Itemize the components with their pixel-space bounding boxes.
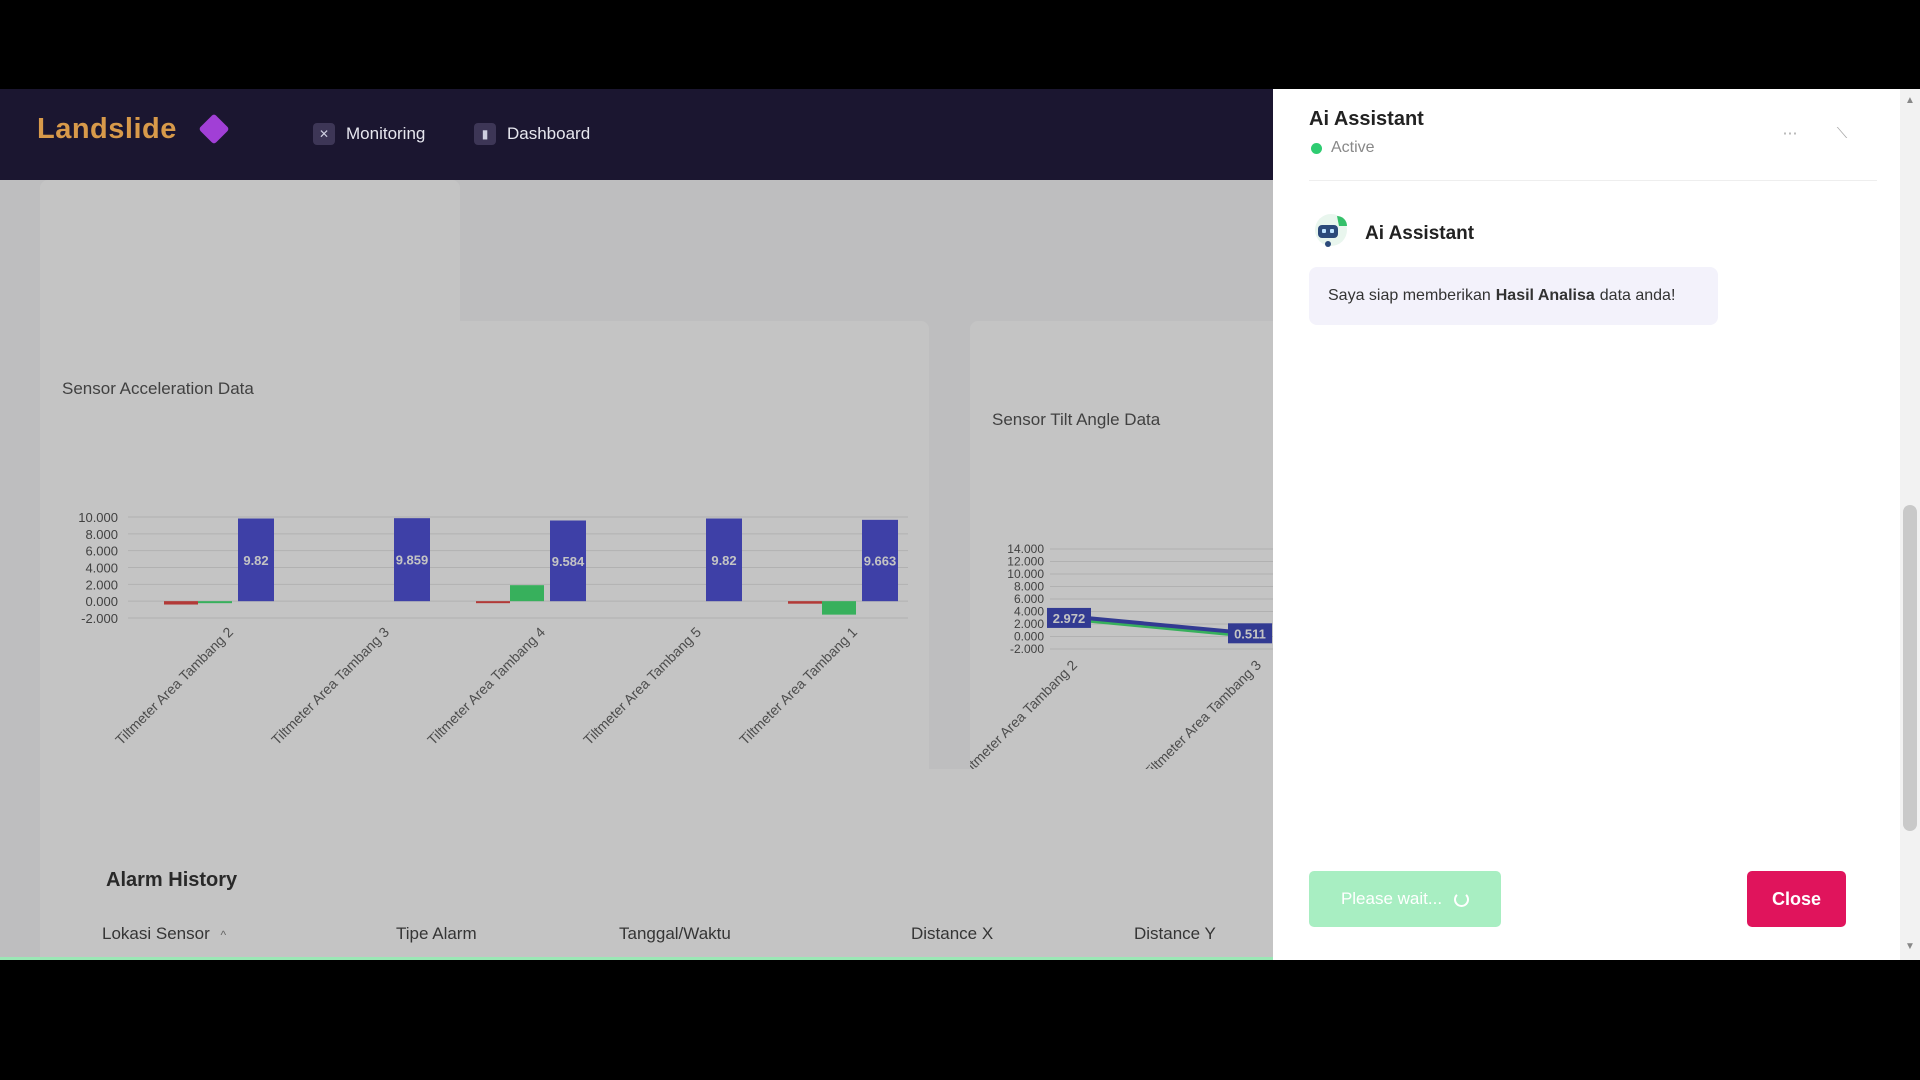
y-tick-label: 6.000 [85,544,118,559]
logo-gem-icon [198,113,230,145]
nav-monitoring[interactable]: ✕ Monitoring [313,122,425,146]
bar [164,601,198,605]
bar [788,601,822,604]
series-line [1084,615,1251,636]
col-lokasi-sensor-label: Lokasi Sensor [102,924,210,943]
assistant-message-bubble: Saya siap memberikan Hasil Analisa data … [1309,267,1718,325]
app-window: Landslide ✕ Monitoring ▮ Dashboard Tiltm… [0,89,1920,960]
col-tanggal-waktu[interactable]: Tanggal/Waktu [619,924,731,944]
series-line [1084,618,1251,638]
data-label: 9.82 [243,553,268,568]
spinner-icon [1454,891,1470,907]
minimize-icon[interactable]: ⟍ [1832,123,1852,143]
y-tick-label: -2.000 [81,611,118,626]
close-button[interactable]: Close [1747,871,1846,927]
more-icon[interactable]: ⋯ [1780,123,1800,143]
robot-avatar-icon [1315,214,1347,247]
message-suffix: data anda! [1599,287,1676,304]
data-label: 9.82 [711,553,736,568]
dashboard: Landslide ✕ Monitoring ▮ Dashboard Tiltm… [0,89,1273,960]
y-tick-label: 2.000 [85,577,118,592]
top-navbar: Landslide ✕ Monitoring ▮ Dashboard [0,89,1273,180]
nav-dashboard-label: Dashboard [507,124,591,143]
x-tick-label: Tiltmeter Area Tambang 4 [424,624,548,748]
please-wait-button[interactable]: Please wait... [1309,871,1501,927]
data-label: 9.584 [552,554,585,569]
panel-divider [1309,180,1877,181]
scroll-up-icon[interactable]: ▲ [1904,95,1916,107]
data-label: 0.511 [1234,626,1266,641]
scrollbar-thumb[interactable] [1903,505,1917,831]
letterbox-top [0,0,1920,89]
status-dot-icon [1311,143,1322,154]
data-label: 2.972 [1053,611,1086,626]
alarm-history-title: Alarm History [106,869,238,891]
x-tick-label: Tiltmeter Area Tambang 3 [268,624,392,748]
bar [510,585,544,602]
y-tick-label: 0.000 [85,594,118,609]
col-distance-x[interactable]: Distance X [911,924,993,944]
y-tick-label: 10.000 [78,510,118,525]
assistant-status: Active [1331,139,1375,156]
acceleration-chart: 10.000 8.000 6.000 4.0002.000 0.000 -2.000 9.8… [78,510,908,748]
bot-name: Ai Assistant [1365,223,1475,244]
assistant-panel: Ai Assistant Active ⋯ ⟍ Ai Assistant Say… [1273,89,1920,960]
brand-logo[interactable]: Landslide [37,113,177,146]
assistant-title: Ai Assistant [1309,108,1424,130]
bar [476,601,510,604]
x-tick-label: Tiltmeter Area Tambang 1 [736,624,860,748]
letterbox-bottom [0,960,1920,1080]
acceleration-chart-card: Sensor Acceleration Data 10.000 8.000 6.00… [40,321,929,836]
tilt-chart: 14.00012.00010.0008.0006.0004.0002.0000.… [970,542,1273,781]
y-tick-label: 4.000 [85,561,118,576]
x-tick-label: Tiltmeter Area Tambang 2 [970,657,1080,781]
data-label: 9.663 [864,554,897,569]
x-tick-label: Tiltmeter Area Tambang 2 [112,624,236,748]
col-lokasi-sensor[interactable]: Lokasi Sensor ^ [102,924,226,944]
tilt-chart-card: Sensor Tilt Angle Data 14.000 12.000 10.00… [970,321,1273,836]
sort-up-icon[interactable]: ^ [220,928,226,942]
nav-monitoring-label: Monitoring [346,124,426,143]
col-tipe-alarm[interactable]: Tipe Alarm [396,924,477,944]
col-distance-y[interactable]: Distance Y [1134,924,1216,944]
data-label: 9.859 [396,553,429,568]
alarm-history-card: Alarm History Lokasi Sensor ^ Tipe Alarm… [40,769,1273,960]
x-tick-label: Tiltmeter Area Tambang 3 [1140,657,1264,781]
scroll-down-icon[interactable]: ▼ [1904,941,1916,953]
message-bold: Hasil Analisa [1495,287,1595,304]
y-tick-label: 8.000 [85,527,118,542]
bar [198,601,232,604]
bar [822,601,856,615]
wrench-icon: ✕ [313,123,335,145]
nav-dashboard[interactable]: ▮ Dashboard [474,122,590,146]
y-tick-label: -2.000 [1010,642,1044,656]
bar-chart-icon: ▮ [474,123,496,145]
x-tick-label: Tiltmeter Area Tambang 5 [580,624,704,748]
message-prefix: Saya siap memberikan [1328,287,1491,304]
please-wait-label: Please wait... [1340,889,1443,908]
